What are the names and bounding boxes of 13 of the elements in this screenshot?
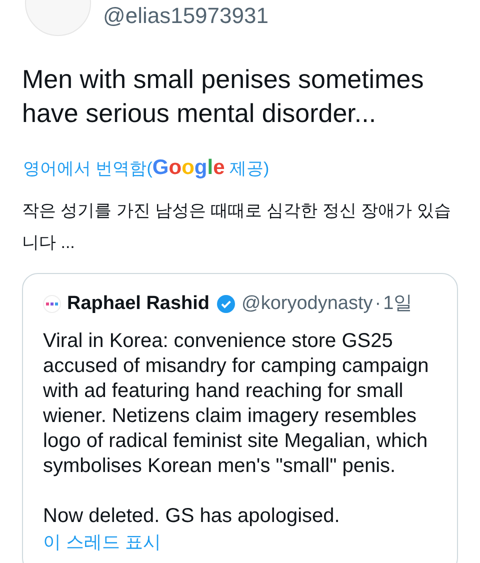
- tweet-time: 1일: [383, 292, 413, 316]
- quoted-tweet-card[interactable]: [22, 273, 458, 563]
- tweet-text: Men with small penises sometimes have serious mental disorder...: [21, 63, 425, 130]
- translation-label[interactable]: 영어에서 번역함(Google 제공): [0, 156, 480, 181]
- show-thread-link[interactable]: 이 스레드 표시: [43, 530, 437, 552]
- user-handle: @elias15973931: [103, 2, 268, 30]
- translated-text: 작은 성기를 가진 남성은 때때로 심각한 정신 장애가 있습니다 ...: [21, 200, 452, 254]
- quoted-author-name[interactable]: Raphael Rashid: [67, 290, 210, 318]
- separator-dot: ·: [374, 292, 382, 316]
- quoted-tweet-text: Viral in Korea: convenience store GS25 accused of misandry for camping campaign with ad featuring hand reaching for small wiener. Netizens claim imagery resembles logo of radical feminist site Megalian, which symbolises Korean men's "small" penis.: [43, 328, 430, 478]
- avatar-logo-icon: [43, 295, 61, 314]
- quoted-tweet-text: Now deleted. GS has apologised.: [43, 504, 341, 528]
- quoted-author-handle: @koryodynasty: [242, 292, 373, 316]
